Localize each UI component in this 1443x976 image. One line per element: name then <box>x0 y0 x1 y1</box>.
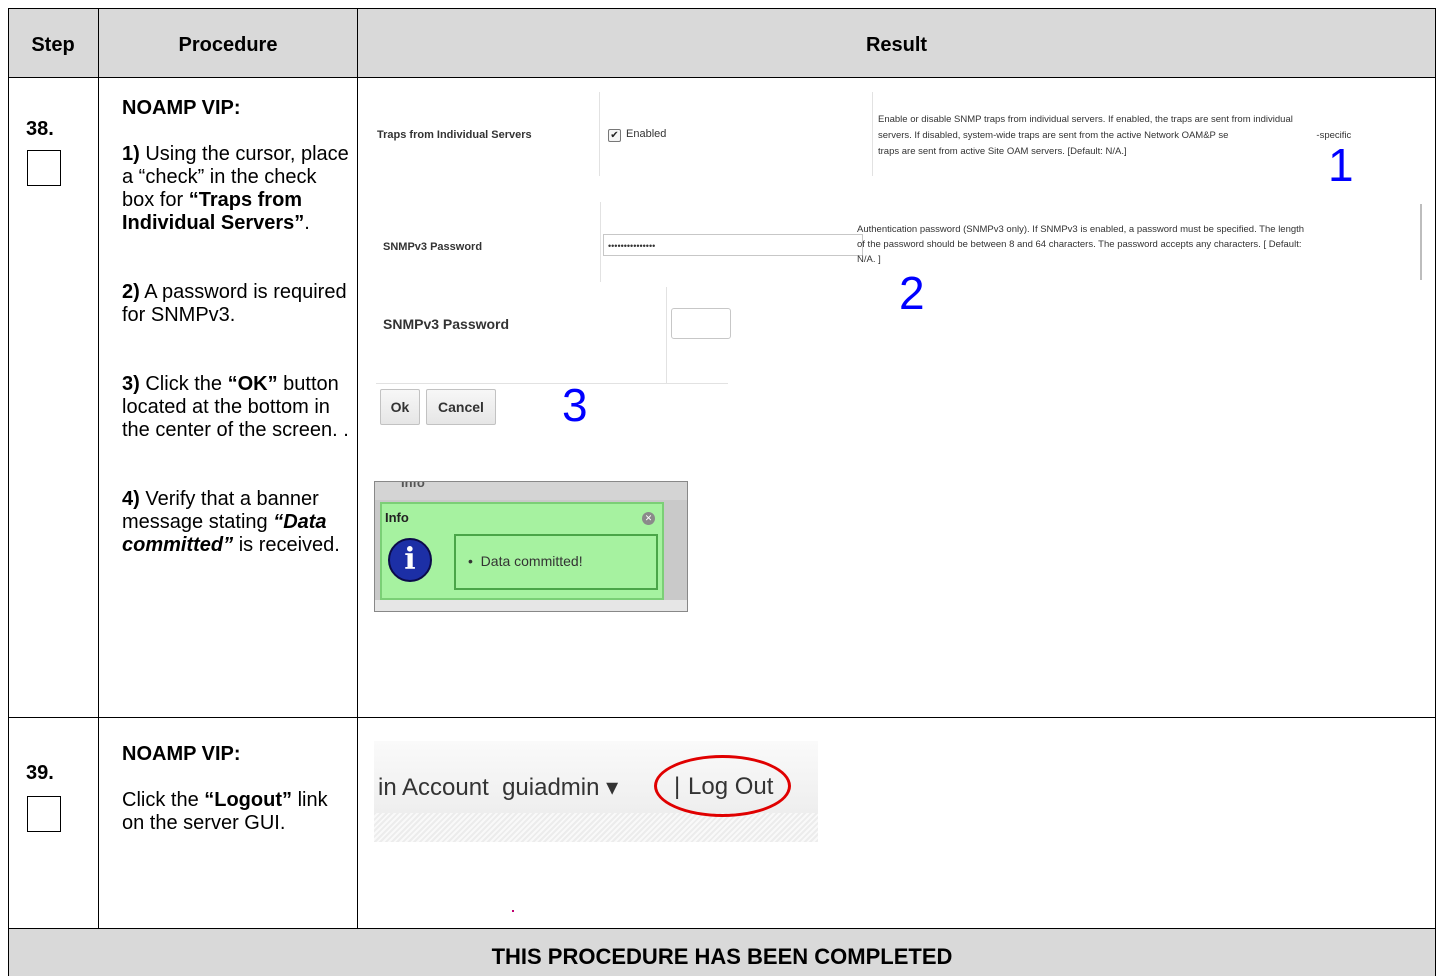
traps-description: Enable or disable SNMP traps from indivi… <box>878 114 1352 157</box>
info-banner-screenshot: Info Info ✕ i • Data committed! <box>374 481 688 612</box>
row-divider-header <box>8 77 1436 78</box>
ok-button[interactable]: Ok <box>380 389 420 425</box>
annotation-2: 2 <box>899 267 925 319</box>
col-divider-2 <box>357 8 358 928</box>
snmpv3-password-input[interactable]: ••••••••••••••• <box>603 234 863 256</box>
pw-cell-divider-1 <box>600 202 601 282</box>
traps-screenshot: Traps from Individual Servers ✔ Enabled … <box>366 92 1436 176</box>
annotation-3: 3 <box>562 379 588 431</box>
cancel-button[interactable]: Cancel <box>426 389 496 425</box>
header-step: Step <box>31 34 75 56</box>
traps-cell-divider-2 <box>872 92 873 176</box>
table-border-left <box>8 8 9 976</box>
info-popup-title: Info <box>385 510 409 525</box>
traps-cell-divider-1 <box>599 92 600 176</box>
table-border-top <box>8 8 1436 9</box>
snmpv3-password-description: Authentication password (SNMPv3 only). I… <box>857 224 1305 265</box>
step-38-item-2: 2) A password is required for SNMPv3. <box>122 281 347 326</box>
step-38-item-1: 1) Using the cursor, place a “check” in … <box>122 143 349 234</box>
snmpv3-password-label: SNMPv3 Password <box>383 241 483 253</box>
header-procedure: Procedure <box>178 34 278 56</box>
info-menu-tab-label: Info <box>401 481 425 490</box>
snmpv3-password-label-2: SNMPv3 Password <box>383 316 510 332</box>
step-38-number: 38. <box>26 118 54 140</box>
step-38-checkbox[interactable] <box>27 150 61 186</box>
step-38-item-4: 4) Verify that a banner message stating … <box>122 488 340 556</box>
pw2-row-bottom <box>376 383 728 384</box>
step-39-checkbox[interactable] <box>27 796 61 832</box>
logout-hatched-strip <box>374 813 818 842</box>
step-38-procedure: NOAMP VIP: 1) Using the cursor, place a … <box>122 97 352 557</box>
close-icon[interactable]: ✕ <box>642 512 655 525</box>
step-39-title: NOAMP VIP: <box>122 743 241 765</box>
traps-enabled-checkbox[interactable]: ✔ <box>608 129 621 142</box>
pw-right-border <box>1420 204 1422 280</box>
snmpv3-password-input-2[interactable] <box>671 308 731 339</box>
ok-cancel-screenshot: SNMPv3 Password Ok Cancel <box>376 287 731 427</box>
info-message: • Data committed! <box>468 553 583 569</box>
col-divider-1 <box>98 8 99 928</box>
row-divider-38 <box>8 717 1436 718</box>
step-38-item-3: 3) Click the “OK” button located at the … <box>122 373 349 441</box>
stray-mark <box>512 910 514 912</box>
info-bottom-strip <box>375 600 687 611</box>
account-menu[interactable]: in Account guiadmin ▾ <box>378 773 618 802</box>
step-39-text: Click the “Logout” link on the server GU… <box>122 789 328 834</box>
annotation-1: 1 <box>1328 139 1354 191</box>
logout-highlight-circle <box>654 755 791 817</box>
logout-screenshot: in Account guiadmin ▾ | Log Out <box>374 741 818 842</box>
info-popup: Info ✕ i • Data committed! <box>380 502 664 600</box>
header-result: Result <box>865 34 928 56</box>
info-message-box: • Data committed! <box>454 534 658 590</box>
traps-enabled-label: Enabled <box>626 128 667 140</box>
step-39-procedure: NOAMP VIP: Click the “Logout” link on th… <box>122 743 352 835</box>
row-divider-39 <box>8 928 1436 929</box>
step-39-number: 39. <box>26 762 54 784</box>
pw2-cell-divider <box>666 287 667 383</box>
step-38-title: NOAMP VIP: <box>122 97 241 119</box>
traps-label: Traps from Individual Servers <box>377 129 532 141</box>
procedure-completed-banner: THIS PROCEDURE HAS BEEN COMPLETED <box>491 944 953 969</box>
info-icon: i <box>388 538 432 582</box>
